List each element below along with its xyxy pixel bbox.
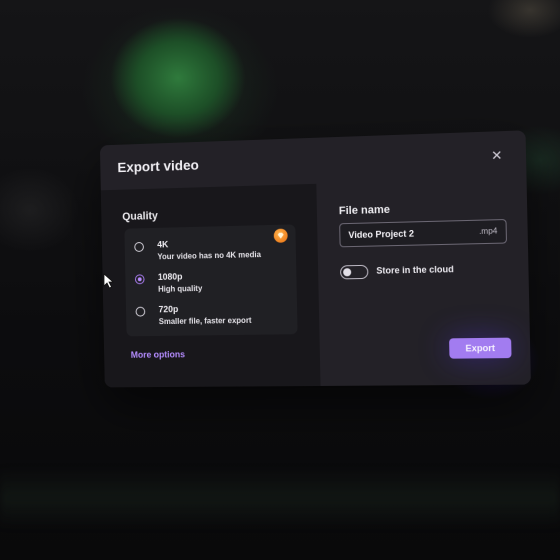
file-name-field[interactable]: Video Project 2 .mp4 xyxy=(339,218,508,248)
dialog-title: Export video xyxy=(117,156,199,176)
toggle-knob xyxy=(343,268,352,277)
option-title: 4K xyxy=(157,239,169,250)
file-name-label: File name xyxy=(338,203,391,218)
quality-options: 4K Your video has no 4K media 1080p High… xyxy=(124,224,298,337)
export-button[interactable]: Export xyxy=(449,337,512,359)
quality-option-720p[interactable]: 720p Smaller file, faster export xyxy=(135,301,291,333)
quality-option-4k[interactable]: 4K Your video has no 4K media xyxy=(134,235,290,268)
mouse-cursor-icon xyxy=(103,273,115,289)
background-blur-strip xyxy=(0,468,560,528)
option-subtitle: High quality xyxy=(158,284,203,294)
file-pane: File name Video Project 2 .mp4 Store in … xyxy=(316,177,531,386)
option-subtitle: Smaller file, faster export xyxy=(158,315,252,327)
option-title: 1080p xyxy=(157,271,183,282)
file-name-value: Video Project 2 xyxy=(348,228,415,241)
close-icon: ✕ xyxy=(491,147,503,164)
cloud-toggle-label: Store in the cloud xyxy=(376,264,454,276)
quality-label: Quality xyxy=(122,210,159,223)
close-button[interactable]: ✕ xyxy=(488,147,505,164)
option-subtitle: Your video has no 4K media xyxy=(157,250,262,262)
quality-pane: Quality 4K Your video has no 4K media 10… xyxy=(100,183,321,388)
radio-720p[interactable] xyxy=(135,306,146,317)
quality-option-1080p[interactable]: 1080p High quality xyxy=(134,268,291,301)
radio-1080p[interactable] xyxy=(134,274,145,285)
file-extension: .mp4 xyxy=(478,226,498,236)
export-video-dialog: Export video ✕ Quality 4K Your video has… xyxy=(99,130,531,388)
cloud-toggle[interactable] xyxy=(340,264,369,280)
more-options-link[interactable]: More options xyxy=(131,349,185,359)
radio-4k[interactable] xyxy=(134,241,144,252)
option-title: 720p xyxy=(158,304,179,315)
background-scene: Export video ✕ Quality 4K Your video has… xyxy=(0,0,560,560)
